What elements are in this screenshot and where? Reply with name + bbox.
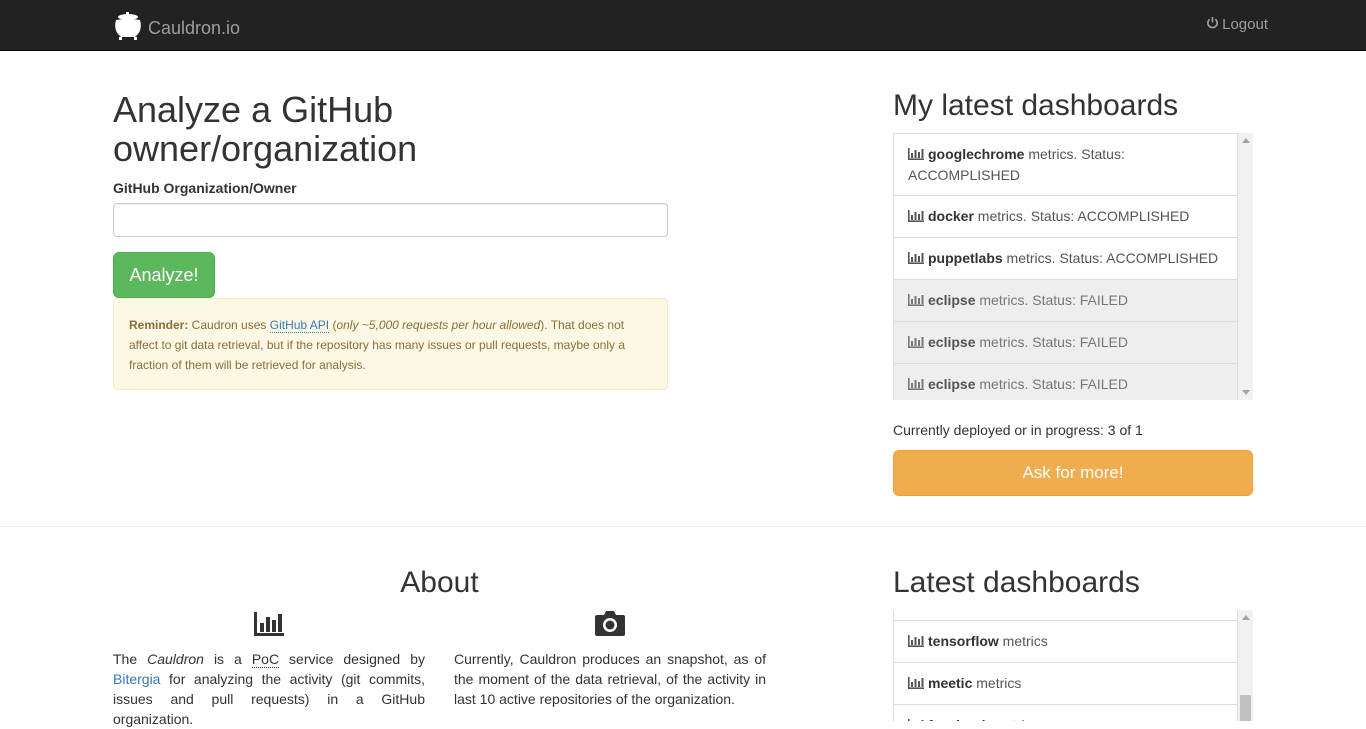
org-field-label: GitHub Organization/Owner — [113, 180, 297, 196]
dashboard-status: metrics. Status: ACCOMPLISHED — [1002, 250, 1219, 266]
dashboard-item[interactable]: eclipse metrics. Status: FAILED — [893, 279, 1238, 322]
dashboard-item[interactable]: googlechrome metrics. Status: ACCOMPLISH… — [893, 133, 1238, 196]
dashboard-status: metrics. Status: FAILED — [975, 292, 1128, 308]
about-text-4: for analyzing the activity (git commits,… — [113, 671, 425, 727]
dashboard-item[interactable]: eclipse metrics. Status: FAILED — [893, 363, 1238, 400]
my-dashboards-list[interactable]: googlechrome metrics. Status: ACCOMPLISH… — [893, 133, 1253, 400]
scroll-down-arrow-icon[interactable] — [1242, 390, 1250, 395]
about-description: The Cauldron is a PoC service designed b… — [113, 649, 425, 729]
my-dashboards-scrollbar[interactable] — [1238, 133, 1253, 400]
dashboard-item[interactable]: meetic metrics — [893, 662, 1238, 705]
bitergia-link[interactable]: Bitergia — [113, 671, 160, 687]
about-text-1: The — [113, 651, 148, 667]
latest-dashboards-title: Latest dashboards — [893, 566, 1140, 599]
brand-link[interactable]: Cauldron.io — [113, 11, 241, 46]
logout-link[interactable]: Logout — [1206, 16, 1268, 33]
about-text-2: is a — [203, 651, 252, 667]
bar-chart-icon — [908, 632, 924, 652]
scroll-up-arrow-icon[interactable] — [1242, 615, 1250, 620]
bar-chart-icon — [908, 333, 924, 353]
bar-chart-icon — [908, 716, 924, 721]
org-owner-input[interactable] — [113, 203, 668, 237]
reminder-rate-limit: only ~5,000 requests per hour allowed — [336, 318, 541, 332]
dashboard-name: eclipse — [928, 334, 976, 350]
dashboard-item[interactable]: puppetlabs metrics. Status: ACCOMPLISHED — [893, 237, 1238, 280]
dashboard-name: googlechrome — [928, 146, 1025, 162]
dashboard-item[interactable]: eclipse metrics. Status: FAILED — [893, 321, 1238, 364]
scroll-up-arrow-icon[interactable] — [1242, 138, 1250, 143]
dashboard-item[interactable]: tensorflow metrics — [893, 620, 1238, 663]
analyze-button[interactable]: Analyze! — [113, 252, 215, 298]
latest-dashboards-list[interactable]: tensorflow metricsmeetic metricsfacebook… — [893, 610, 1253, 721]
bar-chart-icon — [908, 207, 924, 227]
dashboard-name: eclipse — [928, 292, 976, 308]
power-icon — [1206, 16, 1222, 33]
bar-chart-icon — [908, 375, 924, 395]
reminder-prefix: Reminder: — [129, 318, 189, 332]
reminder-text-1: Caudron uses — [188, 318, 270, 332]
page-title: Analyze a GitHub owner/organization — [113, 89, 418, 169]
dashboard-name: puppetlabs — [928, 250, 1003, 266]
cauldron-logo-icon — [113, 11, 143, 46]
dashboard-name: facebook — [928, 717, 989, 721]
dashboard-name: tensorflow — [928, 633, 999, 649]
dashboard-status: metrics — [998, 633, 1048, 649]
deploy-status-text: Currently deployed or in progress: 3 of … — [893, 422, 1143, 438]
dashboard-status: metrics — [972, 675, 1022, 691]
brand-name: Cauldron.io — [148, 17, 241, 38]
dashboard-name: eclipse — [928, 376, 976, 392]
dashboard-status: metrics. Status: FAILED — [975, 376, 1128, 392]
github-api-link[interactable]: GitHub API — [269, 318, 330, 333]
bar-chart-icon — [908, 291, 924, 311]
scroll-thumb[interactable] — [1240, 695, 1251, 721]
camera-icon — [594, 609, 626, 642]
bar-chart-icon — [908, 249, 924, 269]
navbar: Cauldron.io Logout — [0, 0, 1366, 51]
about-cauldron: Cauldron — [147, 651, 204, 667]
dashboard-name: meetic — [928, 675, 973, 691]
logout-label: Logout — [1222, 16, 1268, 33]
poc-abbr: PoC — [251, 651, 280, 668]
dashboard-status: metrics — [989, 717, 1038, 721]
bar-chart-icon — [253, 611, 285, 642]
my-dashboards-items: googlechrome metrics. Status: ACCOMPLISH… — [893, 133, 1238, 400]
dashboard-status: metrics. Status: FAILED — [975, 334, 1128, 350]
bar-chart-icon — [908, 145, 924, 165]
bar-chart-icon — [908, 674, 924, 694]
dashboard-name: docker — [928, 208, 974, 224]
dashboard-item[interactable]: facebook metrics — [893, 704, 1238, 721]
section-divider — [0, 526, 1366, 527]
dashboard-status: metrics. Status: ACCOMPLISHED — [973, 208, 1190, 224]
latest-dashboards-items: tensorflow metricsmeetic metricsfacebook… — [893, 610, 1238, 721]
dashboard-item[interactable]: docker metrics. Status: ACCOMPLISHED — [893, 195, 1238, 238]
about-snapshot-text: Currently, Cauldron produces an snapshot… — [454, 651, 766, 707]
my-dashboards-title: My latest dashboards — [893, 89, 1179, 122]
ask-for-more-button[interactable]: Ask for more! — [893, 450, 1253, 496]
about-text-3: service designed by — [279, 651, 425, 667]
about-title: About — [400, 566, 479, 599]
reminder-alert: Reminder: Caudron uses GitHub API (only … — [113, 298, 668, 390]
latest-dashboards-scrollbar[interactable] — [1238, 610, 1253, 721]
